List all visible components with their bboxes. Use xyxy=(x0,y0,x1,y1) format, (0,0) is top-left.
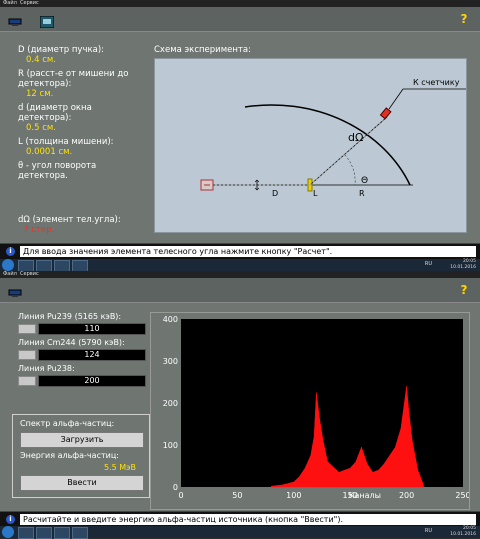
monitor-icon-2[interactable] xyxy=(8,284,22,297)
line-cm244-value[interactable]: 124 xyxy=(38,349,146,361)
y-tick-label: 0 xyxy=(173,483,178,492)
bottom-status-bar: i Расчитайте и введите энергию альфа-час… xyxy=(0,511,480,527)
experiment-diagram: К счетчику dΩ Θ D L R xyxy=(154,58,467,233)
solid-angle-block: dΩ (элемент тел.угла): ? стер. xyxy=(18,215,146,235)
x-tick-label: 50 xyxy=(232,491,242,500)
spectrum-chart-frame: 0 100 200 300 400 0 50 100 150 200 250 Каналы xyxy=(150,312,471,510)
taskbar2-app-2[interactable] xyxy=(36,527,52,539)
calculate-icon[interactable] xyxy=(39,13,55,29)
d-omega-label: dΩ xyxy=(348,131,363,144)
param-l-label: L (толщина мишени): xyxy=(18,137,114,147)
param-d-label: D (диаметр пучка): xyxy=(18,45,104,55)
top-window-titlebar: Файл Сервис xyxy=(0,0,480,7)
top-toolbar: ? xyxy=(0,7,480,32)
y-tick-label: 400 xyxy=(163,315,178,324)
start-icon-2[interactable] xyxy=(2,526,14,538)
param-d-value: 0.4 см. xyxy=(26,55,57,65)
param-theta-label: θ - угол поворота детектора. xyxy=(18,161,97,181)
param-r-label: R (расст-е от мишени до детектора): xyxy=(18,69,129,89)
x-axis-label: Каналы xyxy=(349,491,381,500)
top-status-bar: i Для ввода значения элемента телесного … xyxy=(0,243,480,259)
line-pu239-value[interactable]: 110 xyxy=(38,323,146,335)
parameters-list: D (диаметр пучка): 0.4 см. R (расст-е от… xyxy=(18,45,146,181)
spectrum-chart: 01002003004000 50 100 150 200 250Каналы xyxy=(163,315,471,500)
taskbar-clock-2: 20:05 10.01.2016 xyxy=(450,526,476,538)
top-window-panel: ? D (диаметр пучка): 0.4 см. R (расст-е … xyxy=(0,7,480,243)
menu-file[interactable]: Файл xyxy=(3,0,17,7)
lang-indicator-2[interactable]: RU xyxy=(425,528,432,534)
line-pu238-value[interactable]: 200 xyxy=(38,375,146,387)
param-omega-value: ? стер. xyxy=(24,225,55,235)
r-label: R xyxy=(359,189,365,198)
d-label: D xyxy=(272,189,278,198)
help-icon[interactable]: ? xyxy=(458,12,470,26)
taskbar-2: RU 20:05 10.01.2016 xyxy=(0,526,480,539)
diagram-title: Схема эксперимента: xyxy=(154,45,251,55)
line-pu239-button[interactable] xyxy=(18,324,36,334)
x-tick-label: 0 xyxy=(178,491,183,500)
line-pu238-label: Линия Pu238: xyxy=(18,364,75,373)
lang-indicator[interactable]: RU xyxy=(425,261,432,267)
param-window-value: 0.5 см. xyxy=(26,123,57,133)
line-cm244-button[interactable] xyxy=(18,350,36,360)
spectrum-label: Спектр альфа-частиц: xyxy=(20,419,115,428)
param-omega-label: dΩ (элемент тел.угла): xyxy=(18,215,121,225)
bottom-toolbar: ? xyxy=(0,278,480,303)
bottom-status-message: Расчитайте и введите энергию альфа-части… xyxy=(20,514,476,525)
taskbar2-app-4[interactable] xyxy=(72,527,88,539)
info-icon-2: i xyxy=(6,515,15,524)
monitor-icon[interactable] xyxy=(8,13,22,26)
line-cm244-label: Линия Cm244 (5790 кэВ): xyxy=(18,338,125,347)
param-l-value: 0.0001 см. xyxy=(26,147,73,157)
line-pu238-button[interactable] xyxy=(18,376,36,386)
line-pu239-label: Линия Pu239 (5165 кэВ): xyxy=(18,312,122,321)
help-icon-2[interactable]: ? xyxy=(458,283,470,297)
info-icon: i xyxy=(6,247,15,256)
taskbar-1: RU 20:05 10.01.2016 xyxy=(0,259,480,272)
load-button[interactable]: Загрузить xyxy=(20,432,144,448)
top-status-message: Для ввода значения элемента телесного уг… xyxy=(20,246,476,257)
y-tick-label: 100 xyxy=(163,441,178,450)
x-tick-label: 100 xyxy=(286,491,301,500)
l-label: L xyxy=(313,189,318,198)
clock-date-2: 10.01.2016 xyxy=(450,532,476,537)
param-r-value: 12 см. xyxy=(26,89,54,99)
taskbar2-app-1[interactable] xyxy=(18,527,34,539)
energy-label: Энергия альфа-частиц: xyxy=(20,451,119,460)
param-window-label: d (диаметр окна детектора): xyxy=(18,103,92,123)
menu-service[interactable]: Сервис xyxy=(20,0,39,7)
bottom-window-panel: ? Линия Pu239 (5165 кэВ): 110 Линия Cm24… xyxy=(0,278,480,511)
energy-value: 5.5 МэВ xyxy=(104,463,137,472)
counter-label: К счетчику xyxy=(413,78,460,87)
start-icon[interactable] xyxy=(2,259,14,271)
experiment-schematic: К счетчику dΩ Θ D L R xyxy=(200,78,466,198)
y-tick-label: 200 xyxy=(163,399,178,408)
taskbar-clock: 20:05 10.01.2016 xyxy=(450,259,476,271)
bottom-window-titlebar: Файл Сервис xyxy=(0,271,480,278)
theta-label: Θ xyxy=(361,176,368,186)
taskbar2-app-3[interactable] xyxy=(54,527,70,539)
menu-service-2[interactable]: Сервис xyxy=(20,271,39,278)
detector-direction xyxy=(309,116,388,186)
x-tick-label: 250 xyxy=(455,491,469,500)
y-tick-label: 300 xyxy=(163,357,178,366)
detector xyxy=(379,107,392,120)
menu-file-2[interactable]: Файл xyxy=(3,271,17,278)
enter-button[interactable]: Ввести xyxy=(20,475,144,491)
x-tick-label: 200 xyxy=(399,491,414,500)
